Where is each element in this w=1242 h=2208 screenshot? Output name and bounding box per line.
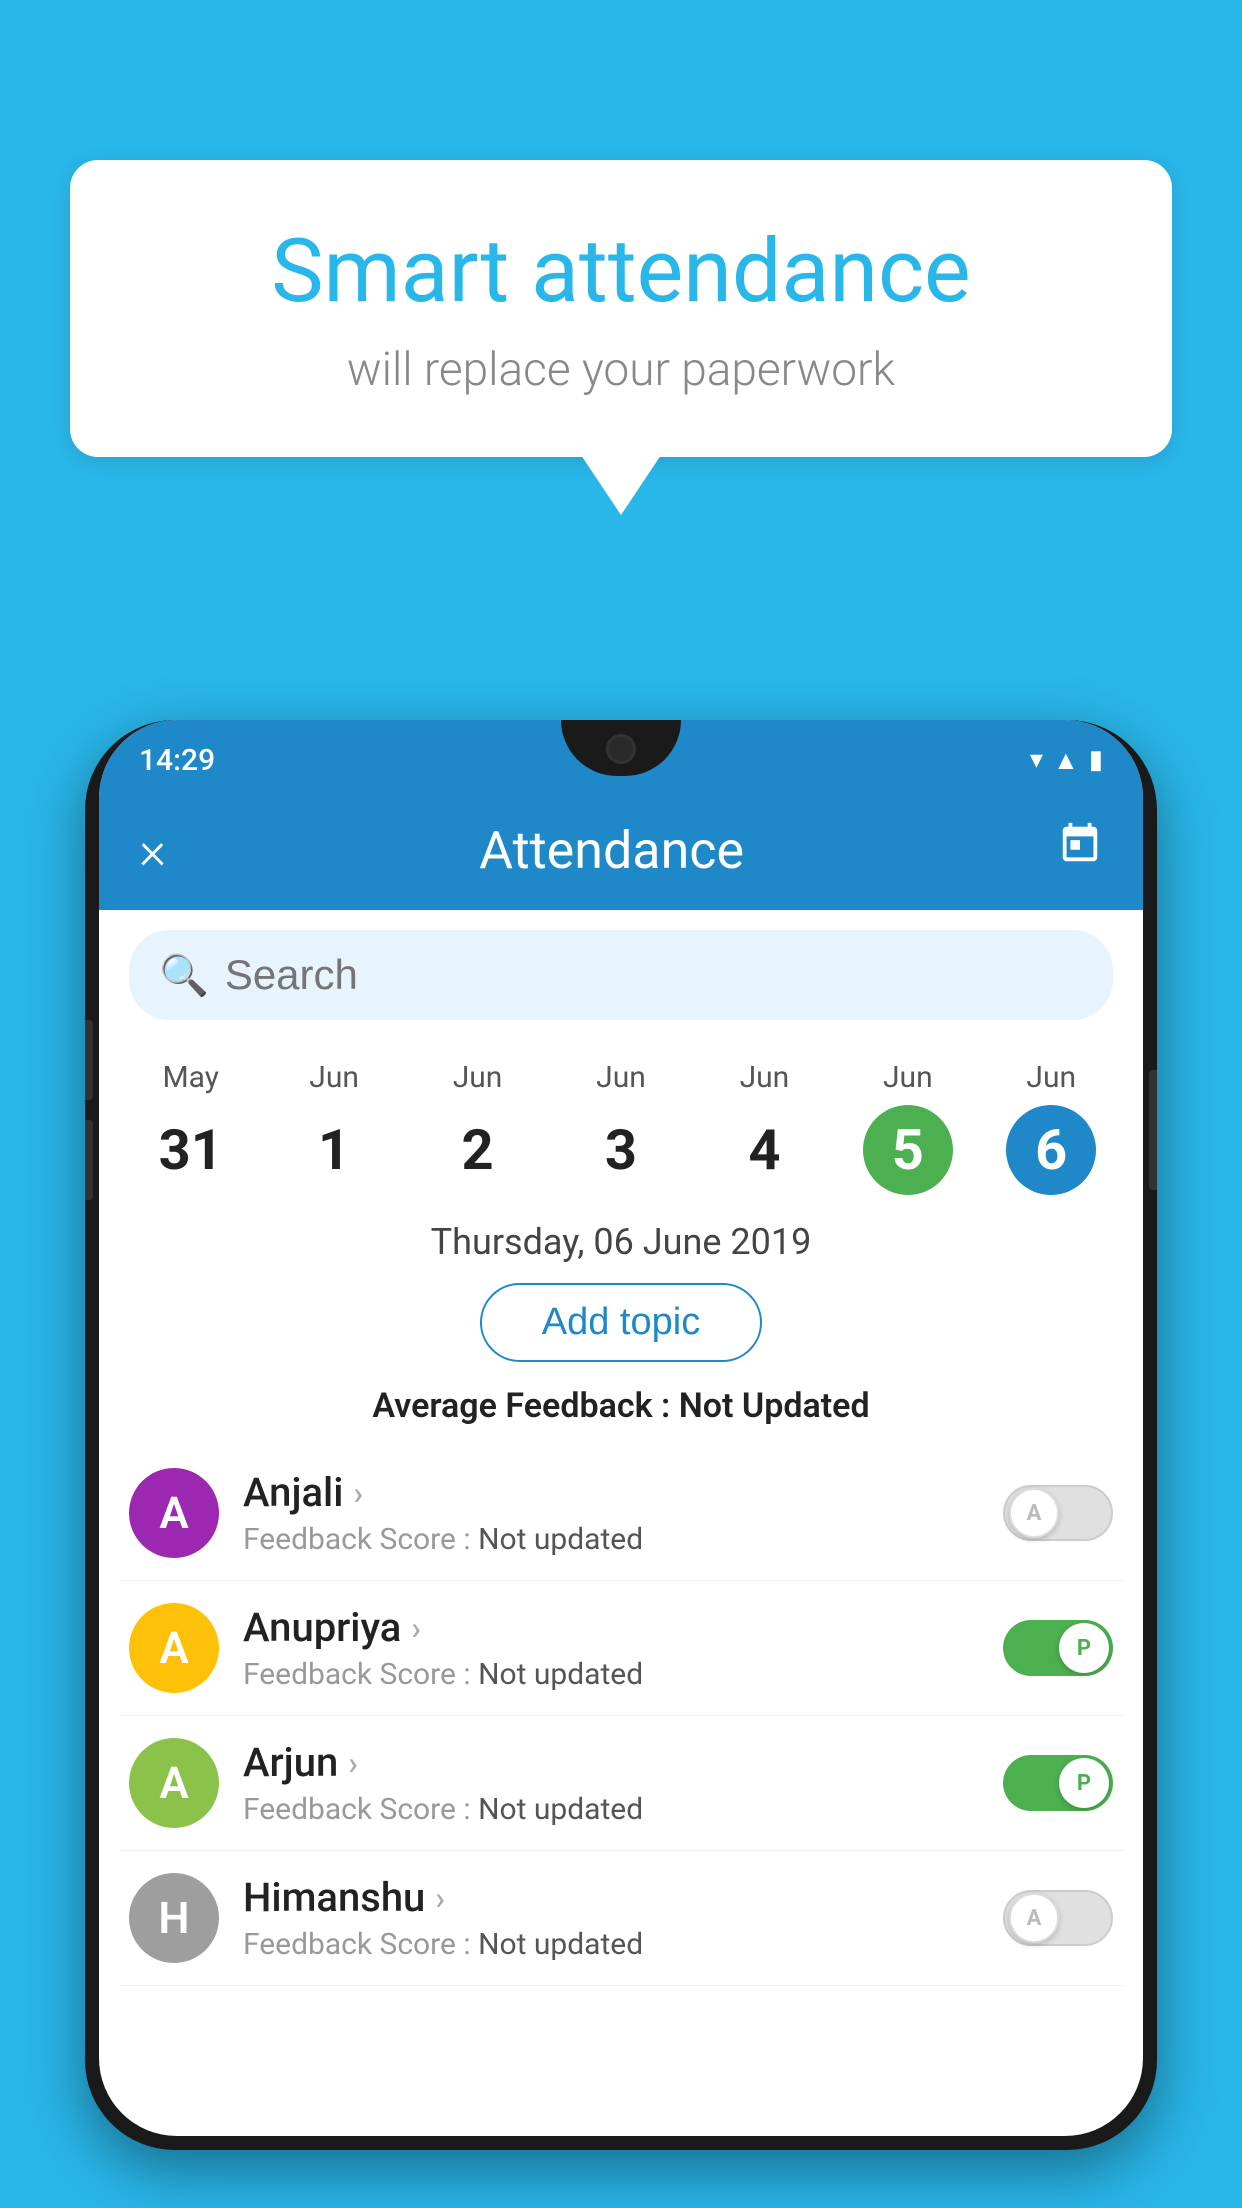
- volume-down-button: [85, 1120, 93, 1200]
- close-button[interactable]: ×: [139, 820, 166, 881]
- date-item[interactable]: Jun 4: [693, 1060, 836, 1195]
- date-item[interactable]: May 31: [119, 1060, 262, 1195]
- student-feedback: Feedback Score : Not updated: [243, 1522, 979, 1557]
- average-feedback: Average Feedback : Not Updated: [99, 1378, 1143, 1446]
- student-feedback: Feedback Score : Not updated: [243, 1657, 979, 1692]
- date-month: Jun: [740, 1060, 790, 1095]
- date-item[interactable]: Jun 6: [980, 1060, 1123, 1195]
- chevron-icon: ›: [348, 1744, 358, 1782]
- add-topic-section: Add topic: [99, 1273, 1143, 1378]
- date-day[interactable]: 3: [576, 1105, 666, 1195]
- avg-feedback-label: Average Feedback :: [372, 1386, 678, 1426]
- student-avatar: A: [129, 1738, 219, 1828]
- date-day[interactable]: 1: [289, 1105, 379, 1195]
- search-icon: 🔍: [159, 952, 209, 999]
- app-screen: 14:29 ▾ ▲ ▮ × Attendance: [99, 720, 1143, 2136]
- speech-bubble-arrow: [581, 455, 661, 515]
- power-button: [1149, 1070, 1157, 1190]
- search-input[interactable]: [225, 951, 1083, 999]
- speech-bubble-subtitle: will replace your paperwork: [150, 343, 1092, 397]
- student-info: Himanshu › Feedback Score : Not updated: [243, 1874, 979, 1962]
- app-title: Attendance: [479, 820, 744, 881]
- search-bar[interactable]: 🔍: [129, 930, 1113, 1020]
- attendance-toggle[interactable]: A: [1003, 1485, 1113, 1541]
- student-feedback: Feedback Score : Not updated: [243, 1792, 979, 1827]
- student-name: Himanshu ›: [243, 1874, 979, 1921]
- battery-icon: ▮: [1089, 745, 1103, 775]
- student-item[interactable]: A Anupriya › Feedback Score : Not updated P: [119, 1581, 1123, 1716]
- date-month: Jun: [309, 1060, 359, 1095]
- student-info: Anjali › Feedback Score : Not updated: [243, 1469, 979, 1557]
- phone-container: 14:29 ▾ ▲ ▮ × Attendance: [85, 720, 1157, 2208]
- calendar-icon[interactable]: [1057, 821, 1103, 879]
- chevron-icon: ›: [353, 1474, 363, 1512]
- date-month: Jun: [883, 1060, 933, 1095]
- student-name: Arjun ›: [243, 1739, 979, 1786]
- signal-icon: ▲: [1053, 745, 1079, 776]
- camera: [606, 734, 636, 764]
- student-avatar: H: [129, 1873, 219, 1963]
- student-name: Anjali ›: [243, 1469, 979, 1516]
- date-day[interactable]: 6: [1006, 1105, 1096, 1195]
- student-info: Anupriya › Feedback Score : Not updated: [243, 1604, 979, 1692]
- date-day[interactable]: 2: [433, 1105, 523, 1195]
- app-header: 14:29 ▾ ▲ ▮ × Attendance: [99, 720, 1143, 910]
- attendance-toggle[interactable]: A: [1003, 1890, 1113, 1946]
- date-day[interactable]: 4: [719, 1105, 809, 1195]
- speech-bubble-title: Smart attendance: [150, 220, 1092, 323]
- chevron-icon: ›: [411, 1609, 421, 1647]
- add-topic-button[interactable]: Add topic: [480, 1283, 762, 1362]
- attendance-toggle[interactable]: P: [1003, 1755, 1113, 1811]
- wifi-icon: ▾: [1030, 745, 1043, 775]
- chevron-icon: ›: [435, 1879, 445, 1917]
- date-item[interactable]: Jun 5: [836, 1060, 979, 1195]
- date-day[interactable]: 5: [863, 1105, 953, 1195]
- attendance-toggle[interactable]: P: [1003, 1620, 1113, 1676]
- status-icons: ▾ ▲ ▮: [1030, 745, 1103, 776]
- status-time: 14:29: [139, 743, 215, 778]
- student-name: Anupriya ›: [243, 1604, 979, 1651]
- speech-bubble-container: Smart attendance will replace your paper…: [70, 160, 1172, 515]
- student-feedback: Feedback Score : Not updated: [243, 1927, 979, 1962]
- speech-bubble: Smart attendance will replace your paper…: [70, 160, 1172, 457]
- avg-feedback-value: Not Updated: [679, 1386, 870, 1426]
- student-avatar: A: [129, 1468, 219, 1558]
- student-item[interactable]: A Arjun › Feedback Score : Not updated P: [119, 1716, 1123, 1851]
- date-item[interactable]: Jun 1: [262, 1060, 405, 1195]
- volume-up-button: [85, 1020, 93, 1100]
- title-bar: × Attendance: [139, 800, 1103, 910]
- date-day[interactable]: 31: [146, 1105, 236, 1195]
- student-avatar: A: [129, 1603, 219, 1693]
- date-month: May: [162, 1060, 218, 1095]
- student-list: AAnjali ›Feedback Score : Not updatedAAA…: [99, 1446, 1143, 1986]
- date-month: Jun: [1026, 1060, 1076, 1095]
- student-item[interactable]: A Anjali › Feedback Score : Not updated A: [119, 1446, 1123, 1581]
- date-month: Jun: [453, 1060, 503, 1095]
- date-month: Jun: [596, 1060, 646, 1095]
- date-item[interactable]: Jun 3: [549, 1060, 692, 1195]
- student-item[interactable]: H Himanshu › Feedback Score : Not updated A: [119, 1851, 1123, 1986]
- date-selector: May 31 Jun 1 Jun 2 Jun 3 Jun 4 Jun 5 Jun 6: [99, 1040, 1143, 1205]
- phone-frame: 14:29 ▾ ▲ ▮ × Attendance: [85, 720, 1157, 2150]
- student-info: Arjun › Feedback Score : Not updated: [243, 1739, 979, 1827]
- selected-date-label: Thursday, 06 June 2019: [99, 1205, 1143, 1273]
- date-item[interactable]: Jun 2: [406, 1060, 549, 1195]
